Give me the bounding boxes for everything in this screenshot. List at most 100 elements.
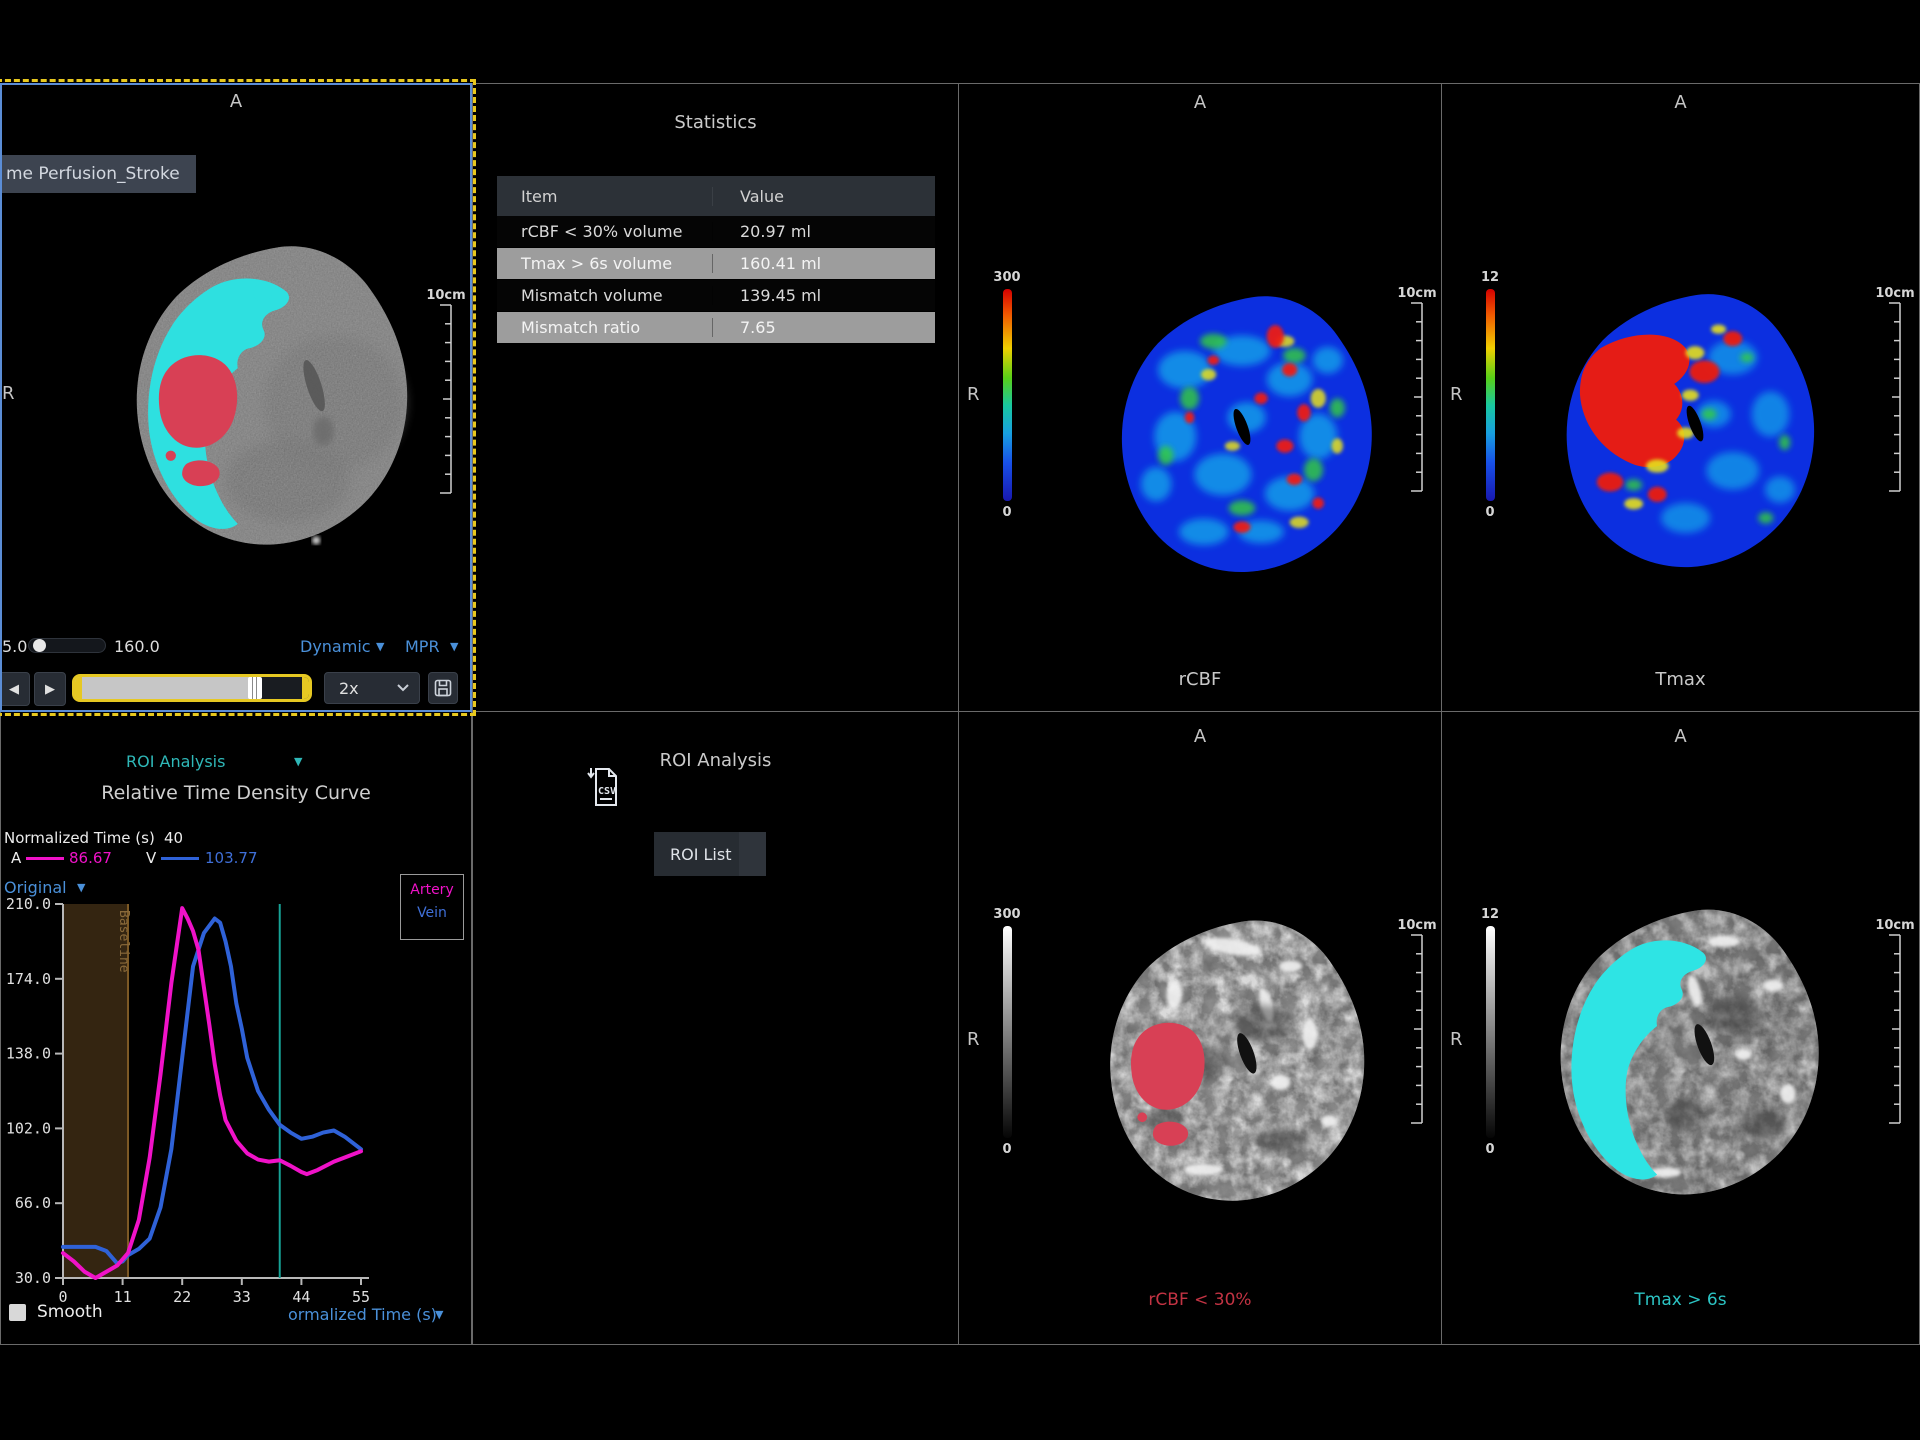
orientation-label-right: R (2, 383, 15, 404)
rcbf-threshold-panel[interactable]: A 300 0 R 10cm rCBF < 30% (958, 711, 1442, 1345)
zoom-factor-value: 2x (339, 679, 359, 698)
statistics-table: Item Value rCBF < 30% volume20.97 mlTmax… (497, 176, 935, 344)
xaxis-dropdown-arrow-icon[interactable]: ▼ (435, 1308, 443, 1321)
orientation-label-right: R (1450, 384, 1463, 405)
statistics-title: Statistics (473, 112, 958, 133)
viewer-panel[interactable]: A me Perfusion_Stroke R 10cm 5.0 160.0 D… (0, 83, 472, 712)
tmax-threshold-label: Tmax > 6s (1442, 1290, 1919, 1310)
table-row[interactable]: rCBF < 30% volume20.97 ml (497, 216, 935, 248)
orientation-label-anterior: A (959, 726, 1441, 747)
rainbow-colorbar (1486, 289, 1495, 501)
statistics-table-header: Item Value (497, 176, 935, 216)
rcbf-perfusion-map-image[interactable] (1099, 284, 1404, 589)
orientation-label-right: R (967, 384, 980, 405)
statistics-panel: Statistics Item Value rCBF < 30% volume2… (472, 83, 959, 712)
gray-colorbar (1486, 926, 1495, 1138)
window-min-value: 5.0 (2, 637, 27, 656)
rcbf-map-panel[interactable]: A 300 0 R 10cm (958, 83, 1442, 712)
x-tick-label: 11 (114, 1288, 132, 1306)
scale-ruler: 10cm (1873, 286, 1917, 497)
save-floppy-icon (434, 679, 452, 697)
y-tick-label: 66.0 (15, 1194, 51, 1212)
colorbar-min-label: 0 (1468, 1142, 1512, 1157)
stat-value-cell: 139.45 ml (712, 286, 935, 305)
window-level-thumb[interactable] (33, 639, 46, 652)
window-level-slider[interactable] (28, 638, 106, 653)
tdc-chart-panel: ROI Analysis ▼ Relative Time Density Cur… (0, 711, 472, 1345)
stat-value-cell: 20.97 ml (712, 222, 935, 241)
colorbar-max-label: 12 (1468, 907, 1512, 922)
column-header-value: Value (712, 187, 935, 206)
scale-ruler: 10cm (1873, 918, 1917, 1129)
tmax-perfusion-map-image[interactable] (1544, 282, 1846, 584)
cine-range-start-handle[interactable] (75, 677, 82, 699)
prev-frame-button[interactable]: ◀ (0, 672, 30, 706)
cine-thumb[interactable] (248, 677, 262, 699)
scale-ruler: 10cm (1395, 286, 1439, 497)
smooth-label: Smooth (37, 1302, 103, 1322)
orientation-label-anterior: A (1442, 726, 1919, 747)
statistics-table-body: rCBF < 30% volume20.97 mlTmax > 6s volum… (497, 216, 935, 344)
scale-label: 10cm (424, 288, 468, 303)
prev-arrow-icon: ◀ (9, 682, 19, 697)
tmax-threshold-map-image[interactable] (1537, 897, 1852, 1212)
table-row[interactable]: Mismatch volume139.45 ml (497, 280, 935, 312)
stat-item-cell: Mismatch volume (497, 286, 712, 305)
tmax-threshold-panel[interactable]: A 12 0 R 10cm Tmax > 6s (1441, 711, 1920, 1345)
xaxis-dropdown[interactable]: ormalized Time (s) (288, 1305, 437, 1324)
smooth-checkbox[interactable] (9, 1304, 26, 1321)
ruler-ticks-icon (1887, 301, 1903, 493)
orientation-label-anterior: A (959, 92, 1441, 113)
y-tick-label: 174.0 (6, 970, 51, 988)
x-tick-label: 22 (173, 1288, 191, 1306)
rainbow-colorbar (1003, 289, 1012, 501)
colorbar-min-label: 0 (985, 505, 1029, 520)
mpr-dropdown-arrow-icon[interactable]: ▼ (450, 640, 458, 653)
scale-label: 10cm (1873, 918, 1917, 933)
cine-scrub-slider[interactable] (72, 674, 312, 702)
table-row[interactable]: Mismatch ratio7.65 (497, 312, 935, 344)
save-button[interactable] (428, 672, 458, 704)
dynamic-mode-dropdown[interactable]: Dynamic (300, 637, 371, 656)
series-label: me Perfusion_Stroke (0, 155, 196, 193)
stat-item-cell: Tmax > 6s volume (497, 254, 712, 273)
rcbf-threshold-label: rCBF < 30% (959, 1290, 1441, 1310)
baseline-label: Baseline (116, 910, 131, 973)
stat-item-cell: Mismatch ratio (497, 318, 712, 337)
y-tick-label: 138.0 (6, 1045, 51, 1063)
tmax-map-label: Tmax (1442, 669, 1919, 690)
y-tick-label: 102.0 (6, 1119, 51, 1137)
tmax-map-panel[interactable]: A 12 0 R 10cm Tmax (1441, 83, 1920, 712)
roi-list-button[interactable]: ROI List (654, 832, 766, 876)
y-tick-label: 30.0 (15, 1269, 51, 1287)
csv-export-icon: CSV (586, 766, 620, 808)
next-frame-button[interactable]: ▶ (34, 672, 66, 706)
rcbf-map-label: rCBF (959, 669, 1441, 690)
orientation-label-right: R (967, 1029, 980, 1050)
window-max-value: 160.0 (114, 637, 160, 656)
colorbar-min-label: 0 (985, 1142, 1029, 1157)
x-tick-label: 33 (233, 1288, 251, 1306)
ruler-ticks-icon (1409, 301, 1425, 493)
cine-range-end-handle[interactable] (302, 677, 309, 699)
tdc-chart[interactable]: Baseline210.0174.0138.0102.066.030.00112… (1, 712, 472, 1345)
table-row[interactable]: Tmax > 6s volume160.41 ml (497, 248, 935, 280)
next-arrow-icon: ▶ (45, 682, 55, 697)
roi-list-label: ROI List (670, 845, 731, 864)
ct-brain-image[interactable] (112, 233, 442, 563)
orientation-label-anterior: A (0, 91, 472, 112)
scale-ruler: 10cm (1395, 918, 1439, 1129)
rcbf-threshold-map-image[interactable] (1087, 908, 1397, 1218)
csv-export-button[interactable]: CSV (586, 766, 622, 810)
dynamic-dropdown-arrow-icon[interactable]: ▼ (376, 640, 384, 653)
ruler-ticks-icon (1409, 933, 1425, 1125)
ruler-ticks-icon (438, 303, 454, 495)
mpr-mode-dropdown[interactable]: MPR (405, 637, 440, 656)
roi-analysis-panel: ROI Analysis CSV ROI List (472, 711, 959, 1345)
colorbar-max-label: 300 (985, 907, 1029, 922)
stat-value-cell: 160.41 ml (712, 254, 935, 273)
gray-colorbar (1003, 926, 1012, 1138)
colorbar-max-label: 12 (1468, 270, 1512, 285)
column-header-item: Item (497, 187, 712, 206)
zoom-factor-select[interactable]: 2x (324, 672, 420, 704)
